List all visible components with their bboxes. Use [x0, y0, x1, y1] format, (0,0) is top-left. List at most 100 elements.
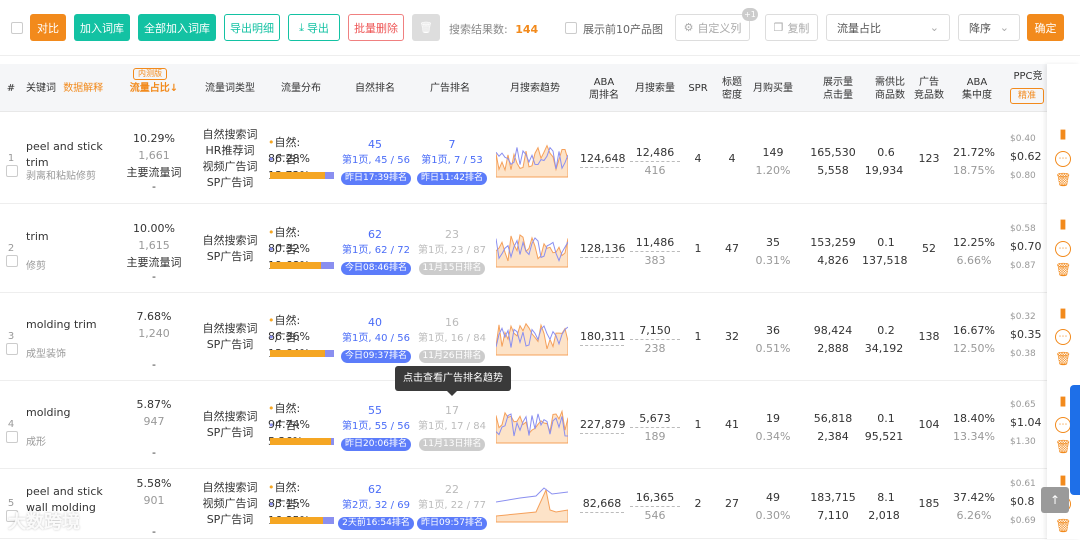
ad-rank-page[interactable]: 第1页, 16 / 84 — [414, 331, 490, 347]
floating-widget-tab[interactable] — [1070, 385, 1080, 495]
organic-rank-time[interactable]: 今日09:37排名 — [338, 347, 414, 363]
aba-rank[interactable]: 82,668 — [580, 496, 624, 513]
keyword-link[interactable]: trim — [26, 229, 124, 245]
ad-rank-time[interactable]: 昨日11:42排名 — [414, 169, 490, 185]
ad-rank-top[interactable]: 7 — [420, 137, 484, 153]
col-supply-line2: 商品数 — [875, 90, 905, 101]
organic-rank-top[interactable]: 40 — [345, 315, 405, 331]
more-icon[interactable]: ⋯ — [1055, 329, 1071, 345]
ad-rank-pill[interactable]: 昨日09:57排名 — [417, 517, 487, 530]
ad-rank-time[interactable]: 11月15日排名 — [414, 259, 490, 275]
ad-rank-page[interactable]: 第1页, 23 / 87 — [414, 243, 490, 259]
batch-delete-button[interactable]: 批量删除 — [348, 14, 404, 41]
bar-chart-icon[interactable]: ▮ — [1055, 393, 1071, 409]
monthly-search[interactable]: 11,486 — [630, 235, 680, 252]
delete-icon[interactable]: 🗑 — [1055, 173, 1072, 189]
aba-rank[interactable]: 124,648 — [580, 151, 626, 168]
organic-rank-pill[interactable]: 昨日20:06排名 — [341, 438, 411, 451]
keyword-link[interactable]: molding trim — [26, 317, 124, 333]
organic-rank-time[interactable]: 昨日20:06排名 — [338, 435, 414, 451]
monthly-search[interactable]: 5,673 — [630, 411, 680, 428]
ad-rank-time[interactable]: 11月26日排名 — [414, 347, 490, 363]
copy-button[interactable]: ❐ 复制 — [765, 14, 818, 41]
organic-rank-page[interactable]: 第1页, 45 / 56 — [338, 153, 414, 169]
organic-rank-top[interactable]: 45 — [345, 137, 405, 153]
keyword-link[interactable]: peel and stick trim — [26, 139, 124, 171]
organic-rank-page[interactable]: 第1页, 40 / 56 — [338, 331, 414, 347]
table-row: 5 peel and stick wall molding 5.58% 901- 自然搜… — [0, 469, 1080, 539]
ad-rank-top[interactable]: 23 — [420, 227, 484, 243]
ad-rank-page[interactable]: 第1页, 17 / 84 — [414, 419, 490, 435]
data-explain-link[interactable]: 数据解释 — [63, 83, 103, 94]
ad-rank-time[interactable]: 昨日09:57排名 — [414, 514, 490, 530]
confirm-button[interactable]: 确定 — [1027, 14, 1064, 41]
row-checkbox[interactable] — [6, 431, 18, 443]
compare-button[interactable]: 对比 — [30, 14, 66, 41]
search-trend-sparkline[interactable] — [496, 403, 568, 447]
more-icon[interactable]: ⋯ — [1055, 240, 1071, 257]
aba-rank[interactable]: 180,311 — [580, 329, 626, 346]
search-trend-sparkline[interactable] — [496, 227, 568, 271]
organic-rank-top[interactable]: 55 — [345, 403, 405, 419]
row-checkbox[interactable] — [6, 254, 18, 267]
organic-rank-pill[interactable]: 2天前16:54排名 — [338, 517, 414, 530]
custom-columns-button[interactable]: ⚙ 自定义列 — [675, 14, 750, 41]
ad-rank-top[interactable]: 17 — [420, 403, 484, 419]
delete-icon[interactable]: 🗑 — [1055, 263, 1072, 279]
organic-rank-top[interactable]: 62 — [345, 482, 405, 498]
back-to-top-button[interactable]: ↑ — [1041, 487, 1069, 513]
organic-rank-page[interactable]: 第2页, 32 / 69 — [338, 498, 414, 514]
ad-rank-pill[interactable]: 昨日11:42排名 — [417, 171, 487, 185]
add-to-library-button[interactable]: 加入词库 — [74, 14, 130, 41]
col-traffic-ratio[interactable]: 流量占比↓ — [124, 82, 184, 95]
monthly-search[interactable]: 16,365 — [630, 490, 680, 507]
search-trend-sparkline[interactable] — [496, 137, 568, 181]
bar-chart-icon[interactable]: ▮ — [1055, 217, 1071, 233]
ad-rank-pill[interactable]: 11月13日排名 — [418, 438, 486, 451]
keyword-link[interactable]: molding — [26, 405, 124, 421]
sort-order-select[interactable]: 降序 ⌄ — [958, 14, 1020, 41]
ppc-high: $0.80 — [1010, 170, 1036, 181]
search-trend-sparkline[interactable] — [496, 482, 568, 526]
export-detail-button[interactable]: 导出明细 — [224, 14, 280, 41]
bar-chart-icon[interactable]: ▮ — [1055, 127, 1071, 143]
organic-rank-page[interactable]: 第1页, 55 / 56 — [338, 419, 414, 435]
ad-rank-pill[interactable]: 11月15日排名 — [418, 261, 486, 275]
ad-rank-time[interactable]: 11月13日排名 — [414, 435, 490, 451]
delete-icon[interactable]: 🗑 — [1055, 351, 1072, 367]
organic-rank-time[interactable]: 2天前16:54排名 — [338, 514, 414, 530]
sort-field-select[interactable]: 流量占比 ⌄ — [826, 14, 950, 41]
more-icon[interactable]: ⋯ — [1055, 150, 1071, 167]
ppc-match-select[interactable]: 精准 — [1010, 88, 1044, 104]
organic-rank-pill[interactable]: 今日08:46排名 — [341, 261, 411, 275]
monthly-search[interactable]: 12,486 — [630, 145, 680, 162]
ad-rank-pill[interactable]: 11月26日排名 — [418, 350, 486, 363]
aba-rank[interactable]: 227,879 — [580, 417, 626, 434]
row-checkbox[interactable] — [6, 164, 18, 177]
row-checkbox[interactable] — [6, 343, 18, 355]
ad-rank-top[interactable]: 16 — [420, 315, 484, 331]
trash-button[interactable]: 🗑 — [412, 14, 440, 41]
organic-rank-pill[interactable]: 昨日17:39排名 — [341, 171, 411, 185]
bar-chart-icon[interactable]: ▮ — [1055, 472, 1071, 488]
bar-chart-icon[interactable]: ▮ — [1055, 305, 1071, 321]
organic-rank-time[interactable]: 今日08:46排名 — [338, 259, 414, 275]
aba-rank[interactable]: 128,136 — [580, 241, 626, 258]
select-all-checkbox[interactable] — [11, 22, 23, 34]
organic-rank-pill[interactable]: 今日09:37排名 — [341, 350, 411, 363]
ad-rank-top[interactable]: 22 — [420, 482, 484, 498]
show-top10-checkbox[interactable] — [565, 22, 577, 34]
organic-rank-page[interactable]: 第1页, 62 / 72 — [338, 243, 414, 259]
organic-rank-time[interactable]: 昨日17:39排名 — [338, 169, 414, 185]
export-button[interactable]: ⤓ 导出 — [288, 14, 340, 41]
search-trend-sparkline[interactable] — [496, 315, 568, 359]
delete-icon[interactable]: 🗑 — [1055, 518, 1072, 534]
ad-rank-page[interactable]: 第1页, 22 / 77 — [414, 498, 490, 514]
delete-icon[interactable]: 🗑 — [1055, 439, 1072, 455]
more-icon[interactable]: ⋯ — [1055, 417, 1071, 433]
add-all-to-library-button[interactable]: 全部加入词库 — [138, 14, 216, 41]
monthly-search[interactable]: 7,150 — [630, 323, 680, 340]
ad-rank-page[interactable]: 第1页, 7 / 53 — [414, 153, 490, 169]
spr-value: 1 — [694, 418, 702, 431]
organic-rank-top[interactable]: 62 — [345, 227, 405, 243]
